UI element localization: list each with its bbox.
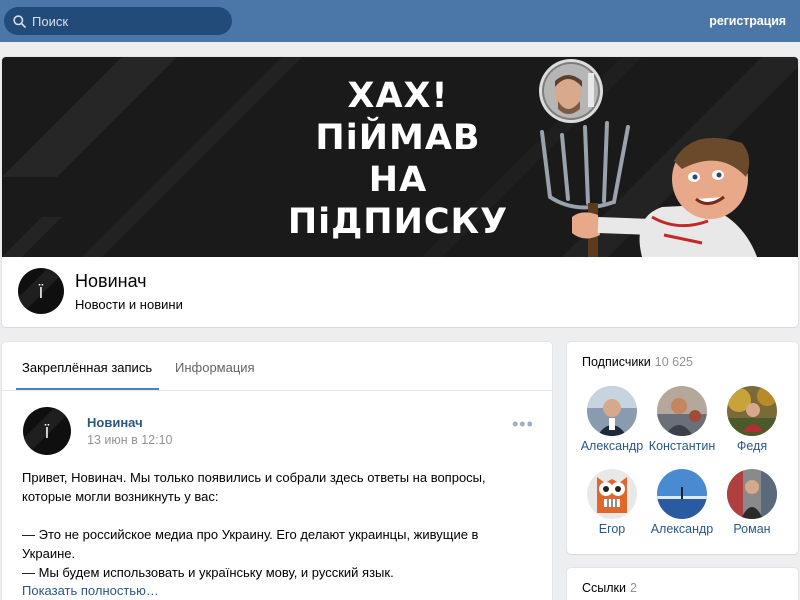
subscriber-avatar	[587, 386, 637, 436]
post-text-line: — Мы будем использовать и українську мов…	[22, 565, 394, 580]
active-tab-indicator	[16, 388, 159, 390]
subscriber-item[interactable]: Александр	[646, 469, 718, 536]
subscriber-name: Константин	[648, 439, 716, 453]
group-title: Новинач	[75, 271, 147, 291]
tab-information[interactable]: Информация	[175, 360, 255, 375]
cover-caption-line: ХАХ!	[347, 76, 449, 116]
cover-caption-line: ПіДПИСКУ	[287, 202, 509, 242]
subscribers-count: 10 625	[654, 355, 693, 369]
subscriber-item[interactable]: Федя	[716, 386, 788, 453]
tab-pinned-post[interactable]: Закреплённая запись	[22, 360, 152, 375]
post-text-line: — Это не российское медиа про Украину. Е…	[22, 527, 479, 542]
post-text-line: Украине.	[22, 546, 76, 561]
top-navigation-bar: регистрация	[0, 0, 800, 42]
links-block: Ссылки 2	[567, 568, 798, 600]
subscriber-avatar	[657, 469, 707, 519]
subscriber-item[interactable]: Константин	[646, 386, 718, 453]
subscribers-block: Подписчики 10 625 Александр Константин Фе…	[567, 342, 798, 554]
more-options-icon[interactable]: •••	[512, 414, 534, 435]
cover-caption-line: ПіЙМАВ	[315, 118, 481, 158]
show-more-link[interactable]: Показать полностью…	[22, 583, 159, 598]
group-avatar-glyph: Ї	[39, 283, 44, 302]
subscriber-item[interactable]: Александр	[576, 386, 648, 453]
group-avatar[interactable]: Ї	[18, 268, 64, 314]
links-header[interactable]: Ссылки 2	[582, 581, 637, 595]
search-input[interactable]	[32, 13, 222, 29]
group-header: ХАХ! ПіЙМАВ НА ПіДПИСКУ Ї Новинач Новост…	[2, 57, 798, 327]
subscriber-name: Егор	[598, 522, 626, 536]
cover-caption: ХАХ! ПіЙМАВ НА ПіДПИСКУ	[258, 75, 538, 243]
links-title: Ссылки	[582, 581, 627, 595]
post-author-avatar[interactable]: Ї	[23, 407, 71, 455]
post-text-line: Привет, Новинач. Мы только появились и с…	[22, 470, 486, 485]
register-link[interactable]: регистрация	[709, 14, 786, 28]
subscriber-item[interactable]: Егор	[576, 469, 648, 536]
group-status: Новости и новини	[75, 297, 183, 312]
post-author-link[interactable]: Новинач	[87, 415, 143, 430]
subscriber-avatar	[727, 386, 777, 436]
subscriber-name: Федя	[736, 439, 768, 453]
subscribers-header[interactable]: Подписчики 10 625	[582, 355, 693, 369]
wall-section: Закреплённая запись Информация Ї Новинач…	[2, 342, 552, 600]
links-count: 2	[630, 581, 637, 595]
subscriber-name: Александр	[650, 522, 714, 536]
search-icon	[13, 14, 26, 28]
search-box[interactable]	[4, 7, 232, 35]
subscriber-item[interactable]: Роман	[716, 469, 788, 536]
cover-caption-line: НА	[368, 160, 428, 200]
post-date[interactable]: 13 июн в 12:10	[87, 433, 173, 447]
subscriber-avatar	[657, 386, 707, 436]
subscriber-name: Александр	[580, 439, 644, 453]
cover-image: ХАХ! ПіЙМАВ НА ПіДПИСКУ	[2, 57, 798, 257]
subscriber-avatar	[727, 469, 777, 519]
post-text: Привет, Новинач. Мы только появились и с…	[22, 468, 522, 582]
subscriber-name: Роман	[733, 522, 771, 536]
post-text-line: которые могли возникнуть у вас:	[22, 489, 219, 504]
post-avatar-glyph: Ї	[45, 423, 50, 442]
subscribers-title: Подписчики	[582, 355, 651, 369]
wall-tabs: Закреплённая запись Информация	[2, 342, 552, 391]
subscriber-avatar	[587, 469, 637, 519]
